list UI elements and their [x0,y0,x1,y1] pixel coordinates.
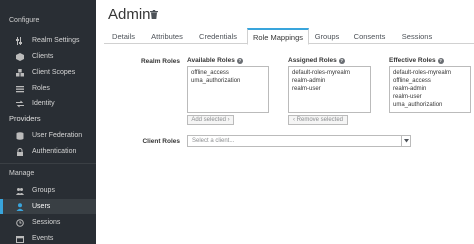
assigned-roles-list[interactable]: default-roles-myrealm realm-admin realm-… [288,66,371,113]
sidebar-item-label: Clients [32,53,54,60]
tab-groups[interactable]: Groups [310,28,344,44]
tab-sessions[interactable]: Sessions [395,28,439,44]
database-icon [16,131,24,140]
list-item[interactable]: uma_authorization [393,101,467,109]
main-content: Admin Details Attributes Credentials Rol… [96,0,474,244]
sidebar-item-client-scopes[interactable]: Client Scopes [0,65,96,80]
sidebar-item-sessions[interactable]: Sessions [0,215,96,230]
tab-attributes[interactable]: Attributes [144,28,190,44]
sidebar-item-label: Client Scopes [32,69,76,76]
clock-icon [16,218,24,227]
lock-icon [16,147,24,156]
list-item[interactable]: realm-user [292,85,367,93]
sidebar-item-label: Identity [32,100,55,107]
page-title: Admin [108,6,151,23]
tab-role-mappings[interactable]: Role Mappings [247,28,309,45]
tab-credentials[interactable]: Credentials [192,28,244,44]
sidebar-item-label: Authentication [32,148,77,155]
client-select[interactable]: Select a client... [187,135,411,147]
sidebar-item-authentication[interactable]: Authentication [0,144,96,159]
cubes-icon [16,68,24,77]
list-item[interactable]: realm-admin [292,77,367,85]
sliders-icon [16,36,24,45]
client-roles-label: Client Roles [142,138,180,145]
sidebar-section-configure: Configure [9,17,40,24]
sidebar-item-label: Roles [32,85,50,92]
list-item[interactable]: uma_authorization [191,77,265,85]
sidebar-divider [0,163,96,164]
chevron-down-icon[interactable] [401,136,410,146]
users-icon [16,187,24,195]
help-icon[interactable]: ? [236,57,243,64]
sidebar-item-label: Groups [32,187,55,194]
available-roles-title-text: Available Roles [187,57,235,64]
sidebar-item-label: Events [32,235,54,242]
remove-selected-button[interactable]: ‹ Remove selected [288,115,348,125]
exchange-icon [16,100,24,108]
list-item[interactable]: offline_access [191,69,265,77]
client-select-placeholder: Select a client... [192,138,235,144]
user-icon [16,202,24,211]
sidebar-item-identity[interactable]: Identity [0,96,96,111]
sidebar-item-clients[interactable]: Clients [0,49,96,64]
effective-roles-list[interactable]: default-roles-myrealm offline_access rea… [389,66,471,113]
sidebar-item-label: Realm Settings [32,37,80,44]
assigned-roles-title: Assigned Roles ? [288,57,345,64]
tab-details[interactable]: Details [104,28,143,44]
help-icon[interactable]: ? [338,57,345,64]
list-item[interactable]: offline_access [393,77,467,85]
tab-bar: Details Attributes Credentials Role Mapp… [104,28,474,45]
realm-roles-label: Realm Roles [140,58,180,65]
sidebar-item-label: Sessions [32,219,61,226]
list-item[interactable]: default-roles-myrealm [292,69,367,77]
assigned-roles-title-text: Assigned Roles [288,57,337,64]
sidebar-item-user-federation[interactable]: User Federation [0,128,96,143]
list-item[interactable]: realm-user [393,93,467,101]
add-selected-button[interactable]: Add selected › [187,115,234,125]
sidebar-item-label: User Federation [32,132,83,139]
list-item[interactable]: default-roles-myrealm [393,69,467,77]
sidebar-section-manage: Manage [9,170,35,177]
sidebar-item-events[interactable]: Events [0,231,96,244]
cube-icon [16,52,24,61]
sidebar-item-users[interactable]: Users [0,199,96,214]
effective-roles-title-text: Effective Roles [389,57,436,64]
sidebar-section-providers: Providers [9,114,41,123]
sidebar-item-label: Users [32,203,51,210]
list-item[interactable]: realm-admin [393,85,467,93]
available-roles-title: Available Roles ? [187,57,243,64]
effective-roles-title: Effective Roles ? [389,57,444,64]
sidebar-item-realm-settings[interactable]: Realm Settings [0,33,96,48]
available-roles-list[interactable]: offline_access uma_authorization [187,66,269,113]
tab-consents[interactable]: Consents [347,28,392,44]
sidebar: Configure Realm Settings Clients Client … [0,0,96,244]
list-icon [16,85,24,93]
sidebar-item-roles[interactable]: Roles [0,81,96,96]
help-icon[interactable]: ? [437,57,444,64]
trash-icon[interactable] [150,10,158,19]
sidebar-item-groups[interactable]: Groups [0,183,96,198]
calendar-icon [16,235,24,243]
